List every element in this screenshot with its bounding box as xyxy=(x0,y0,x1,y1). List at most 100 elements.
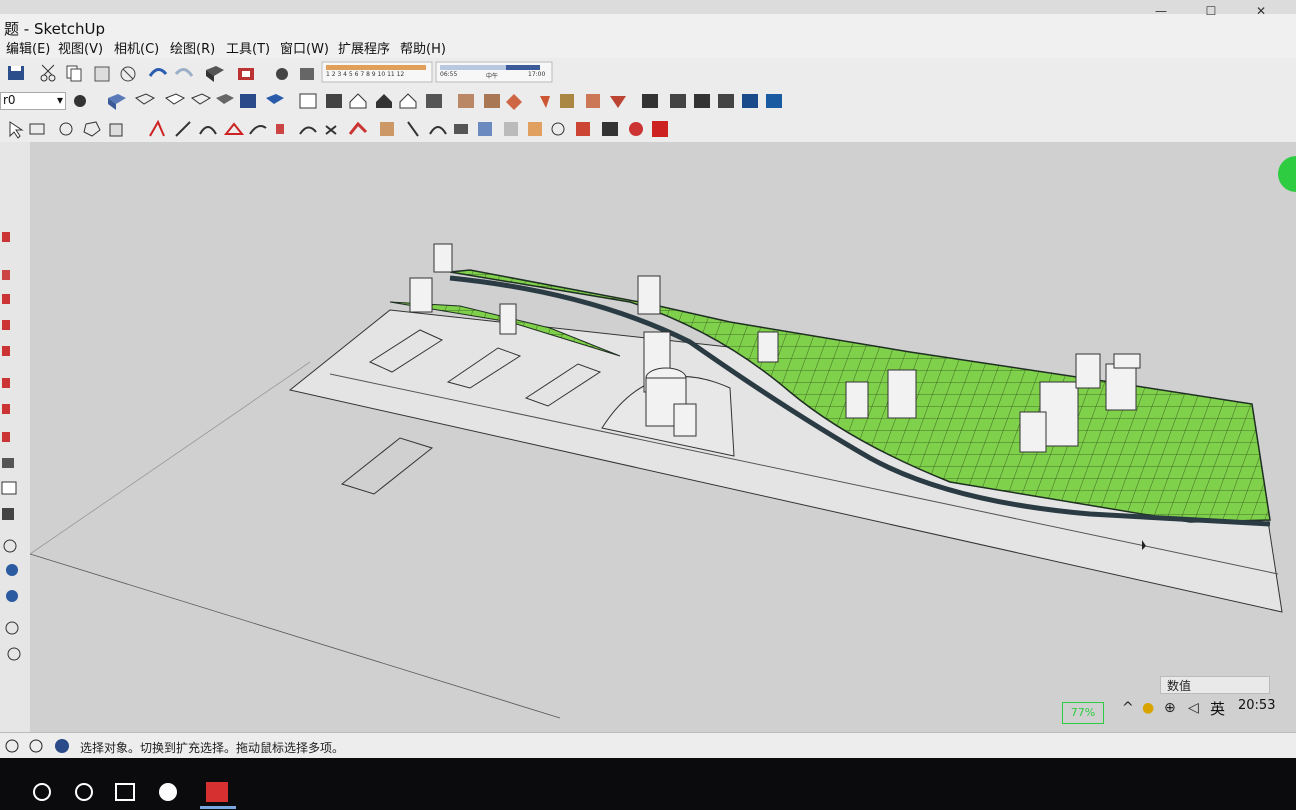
move-icon[interactable] xyxy=(276,124,284,134)
front-view-icon[interactable] xyxy=(326,94,342,108)
pan-tool-icon[interactable] xyxy=(6,564,18,576)
section-plane-icon[interactable] xyxy=(642,94,658,108)
menu-help[interactable]: 帮助(H) xyxy=(400,38,446,57)
menu-draw[interactable]: 绘图(R) xyxy=(170,38,215,57)
copy-icon[interactable] xyxy=(66,65,82,82)
section-fill-icon[interactable] xyxy=(718,94,734,108)
menu-extensions[interactable]: 扩展程序 xyxy=(338,38,390,57)
protractor-icon[interactable] xyxy=(429,126,447,135)
top-view-icon[interactable] xyxy=(299,93,317,109)
line-tool-icon[interactable] xyxy=(2,320,10,330)
sandbox-scratch-icon[interactable] xyxy=(484,94,500,108)
3d-text-icon[interactable] xyxy=(504,122,518,136)
notification-icon[interactable]: ● xyxy=(1142,700,1154,716)
scale-tool-icon[interactable] xyxy=(2,432,10,442)
menu-edit[interactable]: 编辑(E) xyxy=(6,38,50,57)
close-icon[interactable]: ✕ xyxy=(1236,4,1286,18)
tape-icon[interactable] xyxy=(380,122,394,136)
menu-view[interactable]: 视图(V) xyxy=(58,38,103,57)
polygon-icon[interactable] xyxy=(83,121,101,137)
eraser-tool-icon[interactable] xyxy=(2,270,10,280)
rotate-icon[interactable] xyxy=(299,126,317,135)
axes-icon[interactable] xyxy=(478,122,492,136)
menu-tools[interactable]: 工具(T) xyxy=(226,38,270,57)
menu-window[interactable]: 窗口(W) xyxy=(280,38,329,57)
help-icon[interactable] xyxy=(55,739,69,753)
dimension-icon[interactable] xyxy=(407,121,419,137)
paste-icon[interactable] xyxy=(94,66,110,82)
move-tool-icon[interactable] xyxy=(2,378,10,388)
save-icon[interactable] xyxy=(8,66,24,80)
push-pull-icon[interactable] xyxy=(109,123,123,137)
credits-icon[interactable] xyxy=(29,739,43,753)
follow-me-icon[interactable] xyxy=(348,121,368,135)
back-view-icon[interactable] xyxy=(376,94,392,108)
zoom-icon[interactable] xyxy=(602,122,618,136)
shaded-icon[interactable] xyxy=(190,93,212,105)
textured-icon[interactable] xyxy=(216,94,234,104)
drape-icon[interactable] xyxy=(560,94,574,108)
cut-icon[interactable] xyxy=(40,64,56,82)
walk-tool-icon[interactable] xyxy=(5,621,19,635)
search-icon[interactable] xyxy=(33,783,51,801)
arc-tool-icon[interactable] xyxy=(2,346,10,356)
smoove-icon[interactable] xyxy=(506,94,522,110)
layer-manager-icon[interactable] xyxy=(74,95,86,107)
orbit-icon[interactable] xyxy=(551,122,565,136)
chevron-up-icon[interactable]: ^ xyxy=(1122,700,1134,716)
ime-indicator[interactable]: 英 xyxy=(1210,698,1225,719)
model-scene[interactable] xyxy=(30,142,1296,732)
position-camera-icon[interactable] xyxy=(7,647,21,661)
rotate-tool-icon[interactable] xyxy=(2,404,10,414)
pie-icon[interactable] xyxy=(223,122,245,135)
geo-location-icon[interactable] xyxy=(5,739,19,753)
sandbox-icon[interactable] xyxy=(458,94,474,108)
menu-camera[interactable]: 相机(C) xyxy=(114,38,159,57)
shadow-toggle-icon[interactable] xyxy=(276,68,288,80)
orbit-tool-icon[interactable] xyxy=(3,539,17,553)
right-view-icon[interactable] xyxy=(349,93,367,109)
section-display-icon[interactable] xyxy=(670,94,686,108)
maximize-icon[interactable]: ☐ xyxy=(1186,4,1236,18)
section-cut-icon[interactable] xyxy=(694,94,710,108)
scene-badge-icon[interactable] xyxy=(1278,156,1296,192)
cortana-icon[interactable] xyxy=(75,783,93,801)
circle-icon[interactable] xyxy=(59,122,73,136)
axes-tool-icon[interactable] xyxy=(2,508,14,520)
paint-bucket-icon[interactable] xyxy=(528,122,542,136)
zoom-window-icon[interactable] xyxy=(629,122,643,136)
monochrome-icon[interactable] xyxy=(240,94,256,108)
erase-icon[interactable] xyxy=(120,66,136,82)
line-icon[interactable] xyxy=(175,121,191,137)
text-tool-icon[interactable] xyxy=(1,481,17,495)
wireframe-icon[interactable] xyxy=(134,93,156,105)
xray-icon[interactable] xyxy=(108,94,126,110)
battery-icon[interactable]: 77% xyxy=(1062,702,1104,724)
select-tool-icon[interactable] xyxy=(2,232,10,242)
zoom-extents-icon[interactable] xyxy=(652,121,668,137)
arc-icon[interactable] xyxy=(199,126,217,135)
iso-view-icon[interactable] xyxy=(266,94,284,104)
rectangle-icon[interactable] xyxy=(29,123,45,135)
volume-icon[interactable]: ◁ xyxy=(1188,700,1199,716)
task-view-icon[interactable] xyxy=(115,783,135,801)
fog-icon[interactable] xyxy=(300,68,314,80)
component-icon[interactable] xyxy=(206,66,224,82)
bottom-view-icon[interactable] xyxy=(426,94,442,108)
text-icon[interactable] xyxy=(454,124,468,134)
section-extra-icon[interactable] xyxy=(766,94,782,108)
model-viewport[interactable] xyxy=(30,142,1296,732)
network-icon[interactable]: ⊕ xyxy=(1164,700,1176,716)
select-icon[interactable] xyxy=(9,121,24,139)
tape-tool-icon[interactable] xyxy=(2,458,14,468)
add-detail-icon[interactable] xyxy=(586,94,600,108)
scale-icon[interactable] xyxy=(325,125,337,135)
app-pinned-icon[interactable] xyxy=(159,783,177,801)
redo-icon[interactable] xyxy=(174,68,194,77)
offset-icon[interactable] xyxy=(149,119,165,137)
pan-icon[interactable] xyxy=(576,122,590,136)
stamp-icon[interactable] xyxy=(540,96,550,108)
zoom-tool-icon[interactable] xyxy=(6,590,18,602)
minimize-icon[interactable]: — xyxy=(1136,4,1186,18)
hidden-line-icon[interactable] xyxy=(164,93,186,105)
